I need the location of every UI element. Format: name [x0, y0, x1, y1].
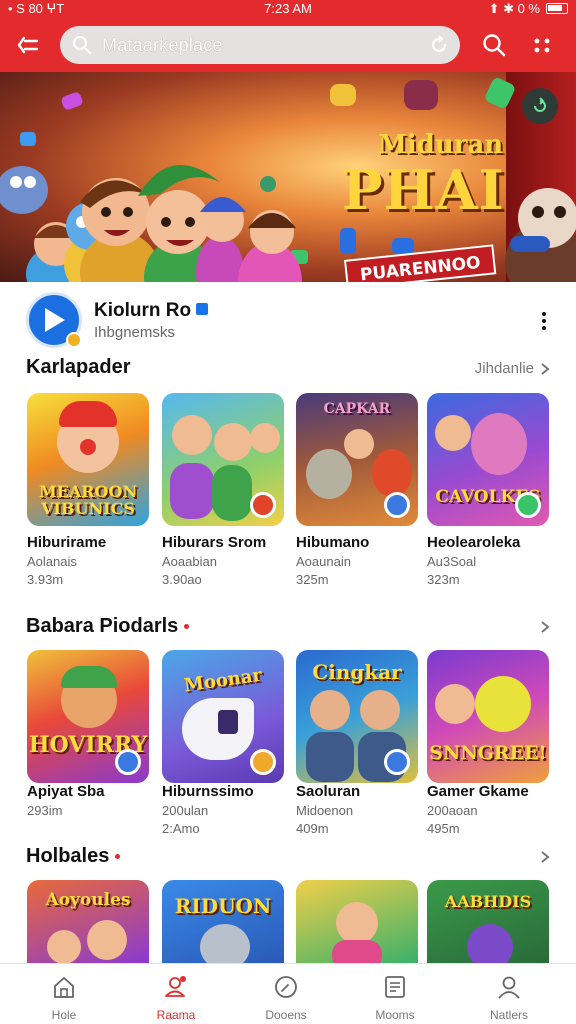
game-tile[interactable]: MEAROON VIBUNICS — [27, 393, 149, 526]
game-meta: 495m — [427, 821, 460, 836]
nav-label: Raama — [156, 1008, 196, 1022]
bottom-navigation: Hole Raama Dooens Mooms Natlers — [0, 963, 576, 1024]
tile-caption: AABHDIS — [444, 892, 532, 911]
nav-item-account[interactable]: Natlers — [459, 964, 559, 1024]
section-title-text: Babara Piodarls — [26, 615, 179, 637]
game-meta: 325m — [296, 572, 329, 587]
verified-icon — [196, 303, 208, 315]
new-dot-icon — [115, 854, 121, 860]
tile-badge-icon — [115, 749, 141, 775]
tile-caption: Moonar — [182, 664, 264, 697]
search-input[interactable]: Mataarkeplace — [102, 35, 223, 56]
game-subtitle: Au3Soal — [427, 554, 477, 569]
nav-item-profile[interactable]: Raama — [126, 964, 226, 1024]
section-title-text: Holbales — [26, 845, 110, 867]
section-title-holbales: Holbales — [26, 845, 121, 868]
game-title[interactable]: Hiburirame — [27, 534, 106, 551]
tile-caption: Aoyoules — [45, 890, 131, 910]
game-subtitle: Aolanais — [27, 554, 77, 569]
tile-caption: SNNGREE! — [429, 742, 547, 764]
channel-subtitle: Ihbgnemsks — [94, 324, 175, 341]
game-tile[interactable]: SNNGREE! — [427, 650, 549, 783]
section-see-all-link[interactable]: Jihdanlie — [475, 360, 534, 377]
section-title-babara-piodarls: Babara Piodarls — [26, 615, 190, 638]
home-icon — [54, 977, 74, 998]
game-tile[interactable]: CAPKAR — [296, 393, 418, 526]
status-right: ⬆ ✱ 0 % — [488, 1, 540, 16]
channel-row[interactable]: Kiolurn Ro Ihbgnemsks — [0, 282, 576, 356]
game-tile[interactable]: RIDUON — [162, 880, 284, 963]
chevron-right-icon[interactable] — [538, 362, 552, 376]
game-meta: 2:Amo — [162, 821, 200, 836]
nav-label: Mooms — [375, 1008, 415, 1022]
banner-title-line1: Miduran — [378, 130, 504, 160]
hero-banner[interactable]: Miduran PHAI PUARENNOO — [0, 72, 576, 282]
game-subtitle: 293im — [27, 803, 63, 818]
nav-label: Dooens — [265, 1008, 307, 1022]
section-title-karlapader: Karlapader — [26, 356, 131, 378]
search-button-icon[interactable] — [480, 31, 508, 59]
app-bar: Mataarkeplace — [0, 18, 576, 72]
nav-label: Hole — [51, 1008, 77, 1022]
game-subtitle: Aoaunain — [296, 554, 351, 569]
refresh-icon[interactable] — [428, 34, 450, 56]
more-grid-icon[interactable] — [528, 31, 556, 59]
game-title[interactable]: Hiburnssimo — [162, 783, 254, 800]
game-tile[interactable]: HOVIRRY — [27, 650, 149, 783]
channel-name: Kiolurn Ro — [94, 300, 192, 321]
channel-avatar[interactable] — [26, 292, 82, 348]
chevron-right-icon[interactable] — [538, 620, 552, 634]
game-subtitle: Aoaabian — [162, 554, 217, 569]
tile-badge-icon — [250, 492, 276, 518]
kebab-menu-icon[interactable] — [534, 310, 554, 332]
game-tile[interactable]: Aoyoules — [27, 880, 149, 963]
game-meta: 3.93m — [27, 572, 64, 587]
nav-item-documents[interactable]: Mooms — [345, 964, 445, 1024]
game-subtitle: 200aoan — [427, 803, 478, 818]
game-meta: 323m — [427, 572, 460, 587]
status-bar: • S 80 ⵖT 7:23 AM ⬆ ✱ 0 % — [0, 0, 576, 18]
search-bar[interactable]: Mataarkeplace — [60, 26, 460, 64]
search-icon — [72, 35, 92, 55]
back-icon[interactable] — [14, 31, 42, 59]
game-title[interactable]: Gamer Gkame — [427, 783, 529, 800]
profile-icon — [165, 976, 186, 997]
battery-icon — [546, 3, 568, 14]
nav-item-home[interactable]: Hole — [14, 964, 114, 1024]
tile-caption: Cingkar — [312, 660, 402, 684]
banner-badge-icon[interactable] — [522, 88, 558, 124]
tile-badge-icon — [515, 492, 541, 518]
game-tile[interactable]: CAVOLKES — [427, 393, 549, 526]
tile-badge-icon — [384, 492, 410, 518]
game-tile[interactable]: Moonar — [162, 650, 284, 783]
person-icon — [498, 976, 520, 999]
nav-item-discover[interactable]: Dooens — [236, 964, 336, 1024]
tile-badge-icon — [250, 749, 276, 775]
game-title[interactable]: Apiyat Sba — [27, 783, 105, 800]
chevron-right-icon[interactable] — [538, 850, 552, 864]
tile-badge-icon — [384, 749, 410, 775]
game-tile[interactable]: AABHDIS — [427, 880, 549, 963]
tile-caption: CAPKAR — [323, 401, 391, 417]
game-tile[interactable] — [162, 393, 284, 526]
game-title[interactable]: Saoluran — [296, 783, 360, 800]
game-title[interactable]: Hiburars Srom — [162, 534, 266, 551]
game-title[interactable]: Hibumano — [296, 534, 369, 551]
compass-icon — [275, 976, 297, 998]
game-meta: 409m — [296, 821, 329, 836]
tile-caption: RIDUON — [174, 894, 272, 918]
game-title[interactable]: Heolearoleka — [427, 534, 520, 551]
game-subtitle: Midoenon — [296, 803, 354, 818]
document-icon — [385, 976, 405, 998]
game-subtitle: 200ulan — [162, 803, 209, 818]
status-dot-icon — [66, 332, 82, 348]
game-tile[interactable] — [296, 880, 418, 963]
new-dot-icon — [184, 624, 190, 630]
nav-label: Natlers — [489, 1008, 528, 1022]
play-icon — [45, 308, 65, 332]
game-meta: 3.90ao — [162, 572, 202, 587]
game-tile[interactable]: Cingkar — [296, 650, 418, 783]
banner-title-line2: PHAI — [342, 158, 505, 222]
tile-caption: MEAROON VIBUNICS — [38, 482, 138, 518]
